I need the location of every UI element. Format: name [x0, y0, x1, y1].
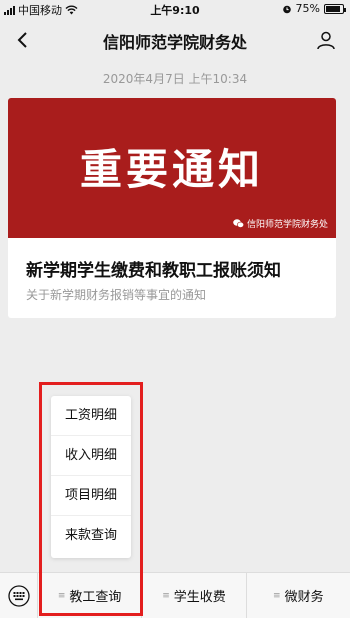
menu-list-icon: ≡	[273, 590, 281, 601]
menu-student-fees-label: 学生收费	[173, 590, 226, 605]
keyboard-button[interactable]	[0, 573, 38, 618]
menu-list-icon: ≡	[162, 590, 170, 601]
status-right: 75%	[282, 2, 346, 15]
battery-icon	[324, 3, 346, 14]
article-card[interactable]: 重要通知 信阳师范学院财务处 新学期学生缴费和教职工报账须知 关于新学期财务报销…	[8, 98, 336, 318]
menu-item-payment-query[interactable]: 来款查询	[51, 516, 131, 556]
battery-percent: 75%	[295, 2, 320, 15]
nav-bar: 信阳师范学院财务处	[0, 18, 350, 62]
menu-list-icon: ≡	[57, 590, 66, 601]
bottom-menu-bar: ≡ 教工查询 ≡ 学生收费 ≡ 微财务	[0, 572, 350, 618]
page-title: 信阳师范学院财务处	[102, 33, 247, 52]
user-icon	[317, 31, 335, 50]
banner-text: 重要通知	[79, 145, 264, 194]
menu-micro-finance[interactable]: ≡ 微财务	[247, 573, 350, 618]
menu-student-fees[interactable]: ≡ 学生收费	[142, 573, 247, 618]
popup-menu: 工资明细 收入明细 项目明细 来款查询	[51, 396, 131, 558]
menu-item-project[interactable]: 项目明细	[51, 476, 131, 516]
menu-staff-query[interactable]: ≡ 教工查询	[38, 573, 143, 618]
message-timestamp: 2020年4月7日 上午10:34	[102, 72, 248, 86]
back-button[interactable]	[8, 26, 36, 54]
banner-source: 信阳师范学院财务处	[233, 217, 328, 230]
status-bar: 中国移动 上午9:10 75%	[0, 0, 350, 18]
profile-button[interactable]	[312, 26, 340, 54]
banner-source-label: 信阳师范学院财务处	[246, 220, 328, 230]
wechat-icon	[233, 219, 244, 228]
article-description: 关于新学期财务报销等事宜的通知	[26, 288, 207, 302]
keyboard-icon	[7, 584, 30, 607]
article-title: 新学期学生缴费和教职工报账须知	[26, 261, 281, 281]
menu-staff-query-label: 教工查询	[69, 590, 122, 605]
article-banner: 重要通知 信阳师范学院财务处	[8, 98, 336, 238]
chevron-left-icon	[17, 32, 27, 48]
alarm-icon	[282, 5, 291, 13]
menu-item-salary[interactable]: 工资明细	[51, 396, 131, 436]
menu-micro-finance-label: 微财务	[284, 590, 324, 605]
menu-item-income[interactable]: 收入明细	[51, 436, 131, 476]
